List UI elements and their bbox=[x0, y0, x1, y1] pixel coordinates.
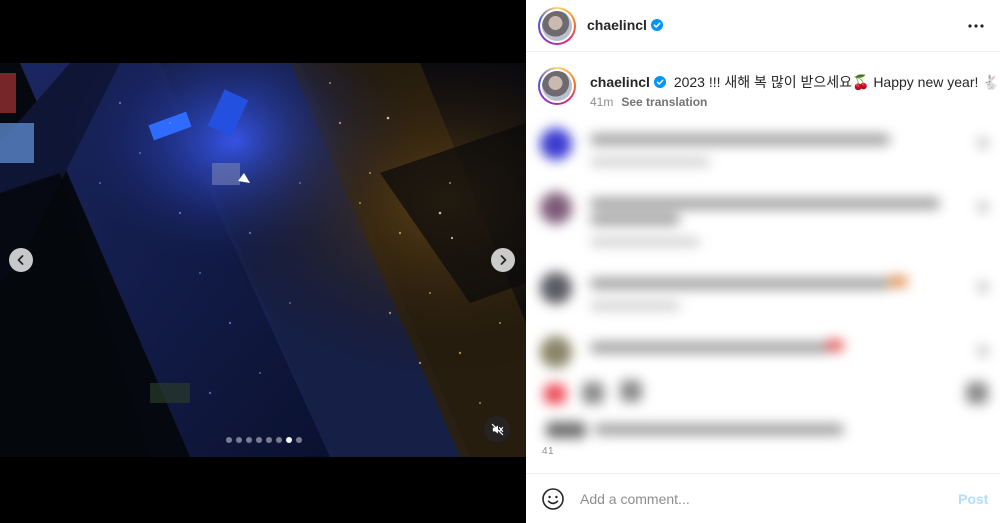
caption-meta: 41m See translation bbox=[590, 95, 707, 109]
caption-author-avatar[interactable] bbox=[538, 67, 576, 105]
bookmark-icon bbox=[966, 382, 988, 404]
carousel-dot bbox=[236, 437, 242, 443]
caption-author-link[interactable]: chaelincl bbox=[590, 74, 666, 90]
share-icon bbox=[620, 380, 642, 402]
concert-aerial-image bbox=[0, 63, 526, 457]
comment-icon bbox=[582, 382, 604, 404]
caption-author-username: chaelincl bbox=[590, 74, 650, 90]
avatar-photo bbox=[542, 11, 572, 41]
comment-composer: Post bbox=[526, 474, 1000, 523]
more-options-icon[interactable] bbox=[966, 16, 986, 36]
avatar-photo bbox=[542, 71, 572, 101]
emoji-icon[interactable] bbox=[541, 487, 565, 511]
carousel-indicator bbox=[226, 437, 302, 443]
next-slide-button[interactable] bbox=[491, 248, 515, 272]
post-caption: chaelincl 2023 !!! 새해 복 많이 받으세요🍒 Happy n… bbox=[526, 52, 1000, 116]
blurred-timestamp: 41 bbox=[542, 446, 555, 457]
verified-badge-icon bbox=[653, 76, 666, 88]
carousel-dot bbox=[266, 437, 272, 443]
carousel-dot bbox=[276, 437, 282, 443]
post-timestamp: 41m bbox=[590, 95, 614, 109]
post-comment-button[interactable]: Post bbox=[958, 491, 988, 507]
mute-toggle-button[interactable] bbox=[484, 416, 510, 442]
author-username-link[interactable]: chaelincl bbox=[587, 17, 663, 33]
caption-line: chaelincl 2023 !!! 새해 복 많이 받으세요🍒 Happy n… bbox=[590, 72, 1000, 92]
comments-list-blurred: 41 bbox=[526, 116, 1000, 466]
like-icon bbox=[544, 384, 566, 404]
muted-speaker-icon bbox=[491, 423, 503, 435]
previous-slide-button[interactable] bbox=[9, 248, 33, 272]
author-avatar[interactable] bbox=[538, 7, 576, 45]
see-translation-link[interactable]: See translation bbox=[621, 95, 707, 109]
post-header: chaelincl bbox=[526, 0, 1000, 52]
media-viewer bbox=[0, 0, 526, 523]
carousel-dot bbox=[286, 437, 292, 443]
carousel-dot bbox=[246, 437, 252, 443]
carousel-dot bbox=[296, 437, 302, 443]
verified-badge-icon bbox=[650, 19, 663, 31]
carousel-dot bbox=[226, 437, 232, 443]
blurred-content bbox=[526, 116, 1000, 466]
carousel-dot bbox=[256, 437, 262, 443]
author-username: chaelincl bbox=[587, 17, 647, 33]
post-video[interactable] bbox=[0, 63, 526, 457]
post-details-panel: chaelincl chaelincl 2023 !!! 새해 복 많이 받으세… bbox=[526, 0, 1000, 523]
chevron-left-icon bbox=[17, 255, 24, 265]
caption-text: 2023 !!! 새해 복 많이 받으세요🍒 Happy new year! 🐇 bbox=[673, 74, 1000, 90]
add-comment-input[interactable] bbox=[580, 488, 930, 510]
chevron-right-icon bbox=[500, 255, 507, 265]
